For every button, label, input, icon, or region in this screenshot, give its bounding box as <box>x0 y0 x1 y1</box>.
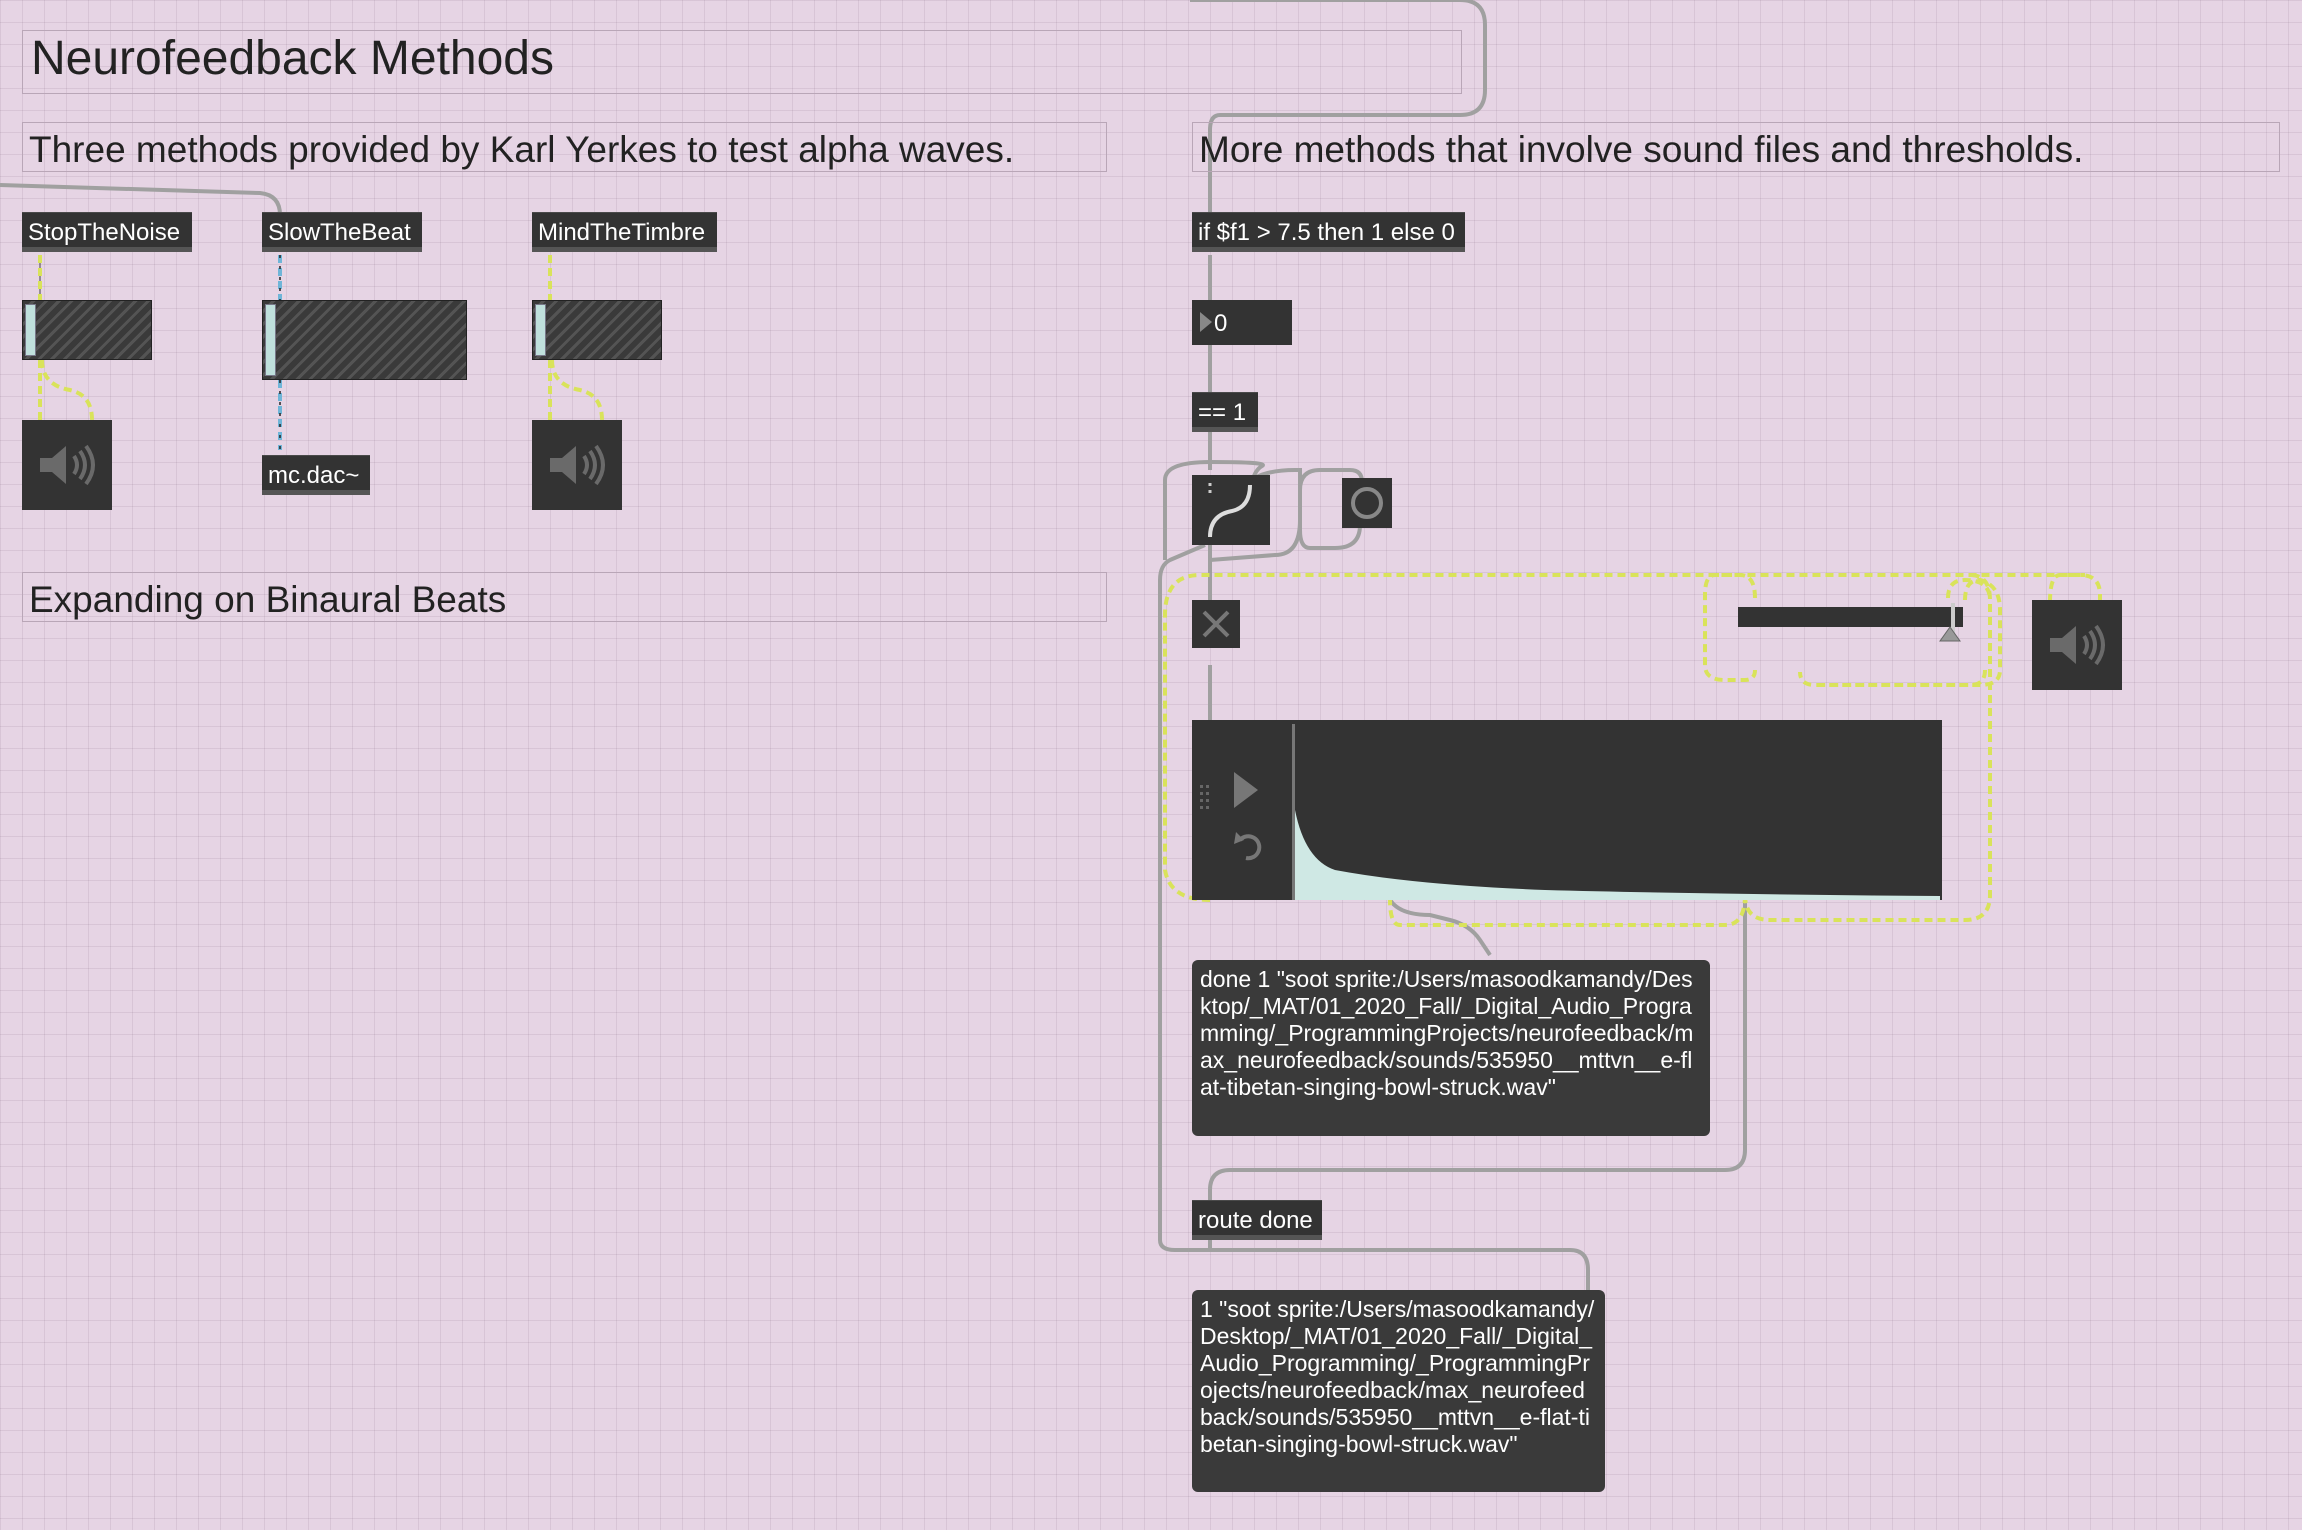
speaker-icon <box>550 444 605 486</box>
close-icon <box>1202 610 1230 638</box>
signal-meter-3 <box>532 300 662 360</box>
toggle-button[interactable] <box>1342 478 1392 528</box>
mc-dac-object[interactable]: mc.dac~ <box>262 455 370 495</box>
mind-the-timbre-object[interactable]: MindTheTimbre <box>532 212 717 252</box>
done-message[interactable]: done 1 "soot sprite:/Users/masoodkamandy… <box>1192 960 1710 1136</box>
stop-the-noise-object[interactable]: StopTheNoise <box>22 212 192 252</box>
signal-meter-2 <box>262 300 467 380</box>
ezdac-3[interactable] <box>2032 600 2122 690</box>
binaural-comment: Expanding on Binaural Beats <box>22 572 1107 622</box>
toggle-ring-icon <box>1351 487 1383 519</box>
ezdac-1[interactable] <box>22 420 112 510</box>
result-message[interactable]: 1 "soot sprite:/Users/masoodkamandy/Desk… <box>1192 1290 1605 1492</box>
gate-icon <box>1208 483 1252 538</box>
playlist-object[interactable] <box>1192 720 1942 900</box>
intro-right-comment: More methods that involve sound files an… <box>1192 122 2280 172</box>
gain-track <box>1738 607 1963 627</box>
slow-the-beat-object[interactable]: SlowTheBeat <box>262 212 422 252</box>
speaker-icon <box>2050 624 2105 666</box>
patcher-title: Neurofeedback Methods <box>22 30 1462 94</box>
speaker-icon <box>40 444 95 486</box>
number-box[interactable]: 0 <box>1192 300 1292 345</box>
route-done-object[interactable]: route done <box>1192 1200 1322 1240</box>
stop-button[interactable] <box>1192 600 1240 648</box>
play-icon <box>1234 772 1258 808</box>
number-value: 0 <box>1214 310 1228 337</box>
waveform <box>1295 810 1940 900</box>
gate-object[interactable] <box>1192 475 1270 545</box>
if-expression-object[interactable]: if $f1 > 7.5 then 1 else 0 <box>1192 212 1465 252</box>
signal-meter-1 <box>22 300 152 360</box>
equals-object[interactable]: == 1 <box>1192 392 1258 432</box>
gain-slider[interactable] <box>1738 603 1963 643</box>
playlist-controls <box>1200 772 1262 861</box>
gain-unity-marker-icon <box>1939 626 1961 642</box>
intro-left-comment: Three methods provided by Karl Yerkes to… <box>22 122 1107 172</box>
ezdac-2[interactable] <box>532 420 622 510</box>
